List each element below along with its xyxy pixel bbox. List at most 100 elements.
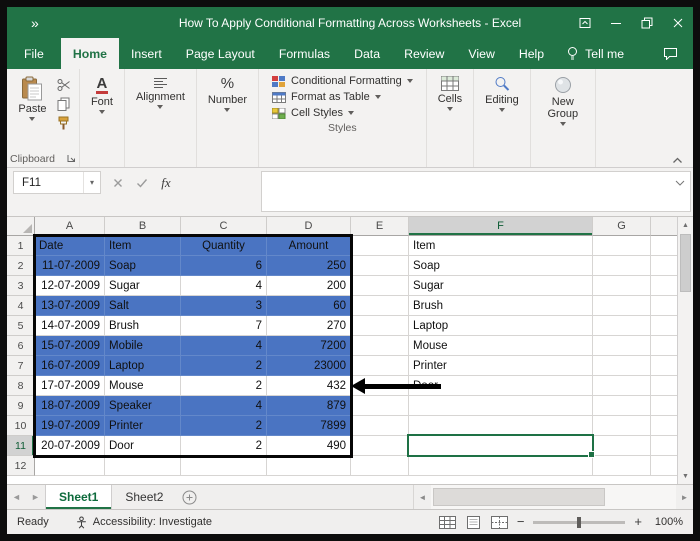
cell-C9[interactable]: 4 bbox=[181, 396, 267, 416]
column-header-C[interactable]: C bbox=[181, 217, 267, 236]
cell-C1[interactable]: Quantity bbox=[181, 236, 267, 256]
row-header-10[interactable]: 10 bbox=[7, 416, 35, 436]
cell-D9[interactable]: 879 bbox=[267, 396, 351, 416]
horizontal-scrollbar[interactable]: ◄ ► bbox=[413, 485, 693, 509]
alignment-button[interactable]: Alignment bbox=[128, 73, 193, 112]
font-button[interactable]: A Font bbox=[83, 73, 121, 117]
copy-button[interactable] bbox=[57, 97, 71, 111]
cell[interactable] bbox=[351, 396, 409, 416]
cell[interactable] bbox=[351, 236, 409, 256]
column-header-F[interactable]: F bbox=[409, 217, 593, 236]
cell-F6[interactable]: Mouse bbox=[409, 336, 593, 356]
zoom-level-label[interactable]: 100% bbox=[651, 516, 683, 528]
cell[interactable] bbox=[593, 356, 651, 376]
cell[interactable] bbox=[409, 416, 593, 436]
tell-me-button[interactable]: Tell me bbox=[556, 38, 634, 69]
cell-D5[interactable]: 270 bbox=[267, 316, 351, 336]
cell[interactable] bbox=[351, 356, 409, 376]
select-all-button[interactable] bbox=[7, 217, 35, 236]
vertical-scrollbar[interactable]: ▲ ▼ bbox=[677, 217, 693, 484]
cell[interactable] bbox=[351, 416, 409, 436]
tab-formulas[interactable]: Formulas bbox=[267, 38, 342, 69]
cell-D11[interactable]: 490 bbox=[267, 436, 351, 456]
tab-view[interactable]: View bbox=[456, 38, 506, 69]
row-header-12[interactable]: 12 bbox=[7, 456, 35, 476]
cell[interactable] bbox=[593, 416, 651, 436]
insert-function-button[interactable]: fx bbox=[155, 171, 177, 194]
cell-C5[interactable]: 7 bbox=[181, 316, 267, 336]
conditional-formatting-button[interactable]: Conditional Formatting bbox=[272, 75, 413, 87]
cell-D1[interactable]: Amount bbox=[267, 236, 351, 256]
cell[interactable] bbox=[351, 296, 409, 316]
quick-access-toolbar-icon[interactable]: » bbox=[31, 15, 39, 31]
cell-A8[interactable]: 17-07-2009 bbox=[35, 376, 105, 396]
zoom-out-button[interactable]: − bbox=[517, 515, 525, 528]
cell-B11[interactable]: Door bbox=[105, 436, 181, 456]
formula-input[interactable] bbox=[261, 171, 691, 212]
cell-B3[interactable]: Sugar bbox=[105, 276, 181, 296]
cell[interactable] bbox=[409, 396, 593, 416]
cell-B5[interactable]: Brush bbox=[105, 316, 181, 336]
cell-C3[interactable]: 4 bbox=[181, 276, 267, 296]
column-header-A[interactable]: A bbox=[35, 217, 105, 236]
row-header-3[interactable]: 3 bbox=[7, 276, 35, 296]
tab-file[interactable]: File bbox=[7, 38, 61, 69]
sheet-tab-sheet2[interactable]: Sheet2 bbox=[112, 485, 176, 509]
column-header-G[interactable]: G bbox=[593, 217, 651, 236]
cell[interactable] bbox=[105, 456, 181, 476]
cell[interactable] bbox=[593, 336, 651, 356]
page-break-preview-button[interactable] bbox=[490, 515, 508, 529]
cell-B2[interactable]: Soap bbox=[105, 256, 181, 276]
tab-page-layout[interactable]: Page Layout bbox=[174, 38, 267, 69]
cell-C2[interactable]: 6 bbox=[181, 256, 267, 276]
name-box[interactable]: F11 ▾ bbox=[13, 171, 101, 194]
sheet-nav-right-button[interactable]: ► bbox=[26, 485, 45, 509]
row-header-1[interactable]: 1 bbox=[7, 236, 35, 256]
cell[interactable] bbox=[35, 456, 105, 476]
cell-D7[interactable]: 23000 bbox=[267, 356, 351, 376]
column-header-B[interactable]: B bbox=[105, 217, 181, 236]
scroll-left-button[interactable]: ◄ bbox=[414, 485, 431, 509]
cell-D3[interactable]: 200 bbox=[267, 276, 351, 296]
format-as-table-button[interactable]: Format as Table bbox=[272, 91, 381, 103]
tab-review[interactable]: Review bbox=[392, 38, 456, 69]
paste-button[interactable]: Paste bbox=[10, 73, 54, 124]
scroll-up-button[interactable]: ▲ bbox=[678, 217, 693, 233]
enter-button[interactable] bbox=[131, 171, 153, 194]
zoom-slider-thumb[interactable] bbox=[577, 516, 582, 528]
editing-button[interactable]: Editing bbox=[477, 73, 527, 115]
new-sheet-button[interactable] bbox=[176, 485, 203, 509]
cell[interactable] bbox=[593, 376, 651, 396]
cut-button[interactable] bbox=[57, 78, 71, 92]
cell[interactable] bbox=[351, 276, 409, 296]
cell-F4[interactable]: Brush bbox=[409, 296, 593, 316]
cell-A7[interactable]: 16-07-2009 bbox=[35, 356, 105, 376]
cell[interactable] bbox=[593, 296, 651, 316]
scroll-down-button[interactable]: ▼ bbox=[678, 468, 693, 484]
number-button[interactable]: % Number bbox=[200, 73, 255, 115]
row-header-7[interactable]: 7 bbox=[7, 356, 35, 376]
cell-A10[interactable]: 19-07-2009 bbox=[35, 416, 105, 436]
row-header-2[interactable]: 2 bbox=[7, 256, 35, 276]
cell-D4[interactable]: 60 bbox=[267, 296, 351, 316]
collapse-ribbon-button[interactable] bbox=[672, 157, 683, 164]
cell-D8[interactable]: 432 bbox=[267, 376, 351, 396]
page-layout-view-button[interactable] bbox=[465, 515, 482, 529]
cell-B6[interactable]: Mobile bbox=[105, 336, 181, 356]
normal-view-button[interactable] bbox=[438, 515, 456, 529]
close-button[interactable] bbox=[662, 7, 693, 38]
cell[interactable] bbox=[593, 456, 651, 476]
cell[interactable] bbox=[593, 256, 651, 276]
cell-A9[interactable]: 18-07-2009 bbox=[35, 396, 105, 416]
cell-F7[interactable]: Printer bbox=[409, 356, 593, 376]
cell[interactable] bbox=[351, 336, 409, 356]
tab-insert[interactable]: Insert bbox=[119, 38, 174, 69]
cell-C4[interactable]: 3 bbox=[181, 296, 267, 316]
cell-B8[interactable]: Mouse bbox=[105, 376, 181, 396]
zoom-slider[interactable] bbox=[533, 516, 626, 528]
cells-button[interactable]: Cells bbox=[430, 73, 470, 114]
column-header-D[interactable]: D bbox=[267, 217, 351, 236]
cell-B4[interactable]: Salt bbox=[105, 296, 181, 316]
cell-F2[interactable]: Soap bbox=[409, 256, 593, 276]
cell-C6[interactable]: 4 bbox=[181, 336, 267, 356]
